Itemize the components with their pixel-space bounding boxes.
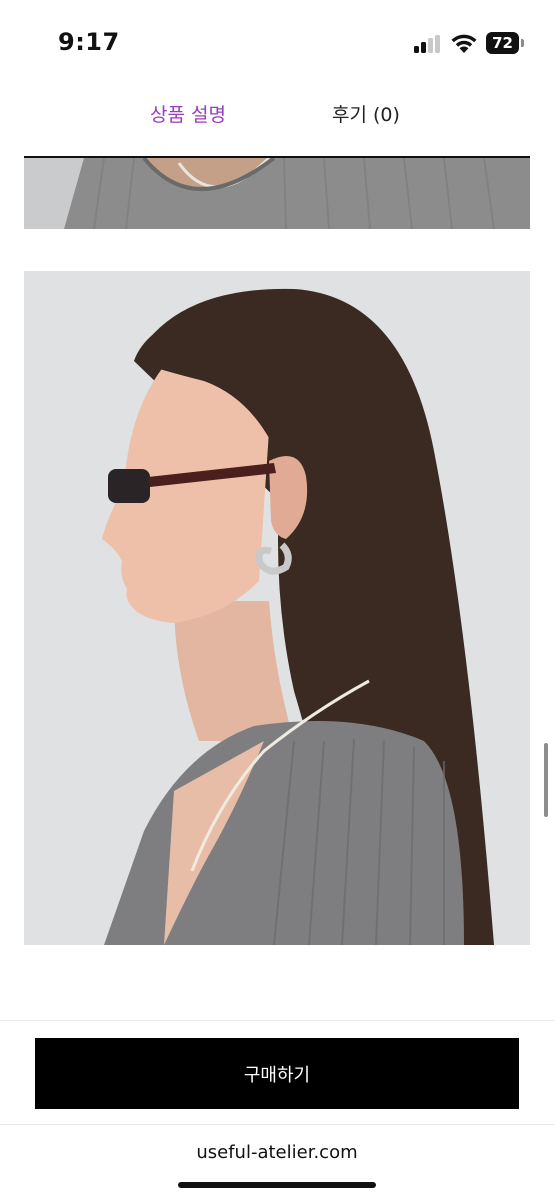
url-text[interactable]: useful-atelier.com	[0, 1142, 554, 1163]
product-image-1	[24, 158, 530, 229]
scrollbar[interactable]	[544, 743, 548, 817]
tab-reviews[interactable]: 후기 (0)	[332, 100, 400, 130]
signal-icon	[414, 35, 442, 53]
buy-button[interactable]: 구매하기	[35, 1038, 519, 1109]
wifi-icon	[451, 34, 477, 53]
tab-product-description[interactable]: 상품 설명	[150, 100, 226, 130]
status-time: 9:17	[58, 28, 120, 56]
product-image-2	[24, 271, 530, 945]
battery-icon: 72	[486, 32, 524, 54]
tab-bar: 상품 설명 후기 (0)	[24, 90, 530, 158]
purchase-bar: 구매하기	[0, 1020, 554, 1125]
browser-address-bar[interactable]: useful-atelier.com	[0, 1124, 554, 1201]
home-indicator[interactable]	[178, 1182, 376, 1188]
battery-level: 72	[486, 32, 519, 54]
status-bar: 9:17 72	[0, 0, 554, 88]
